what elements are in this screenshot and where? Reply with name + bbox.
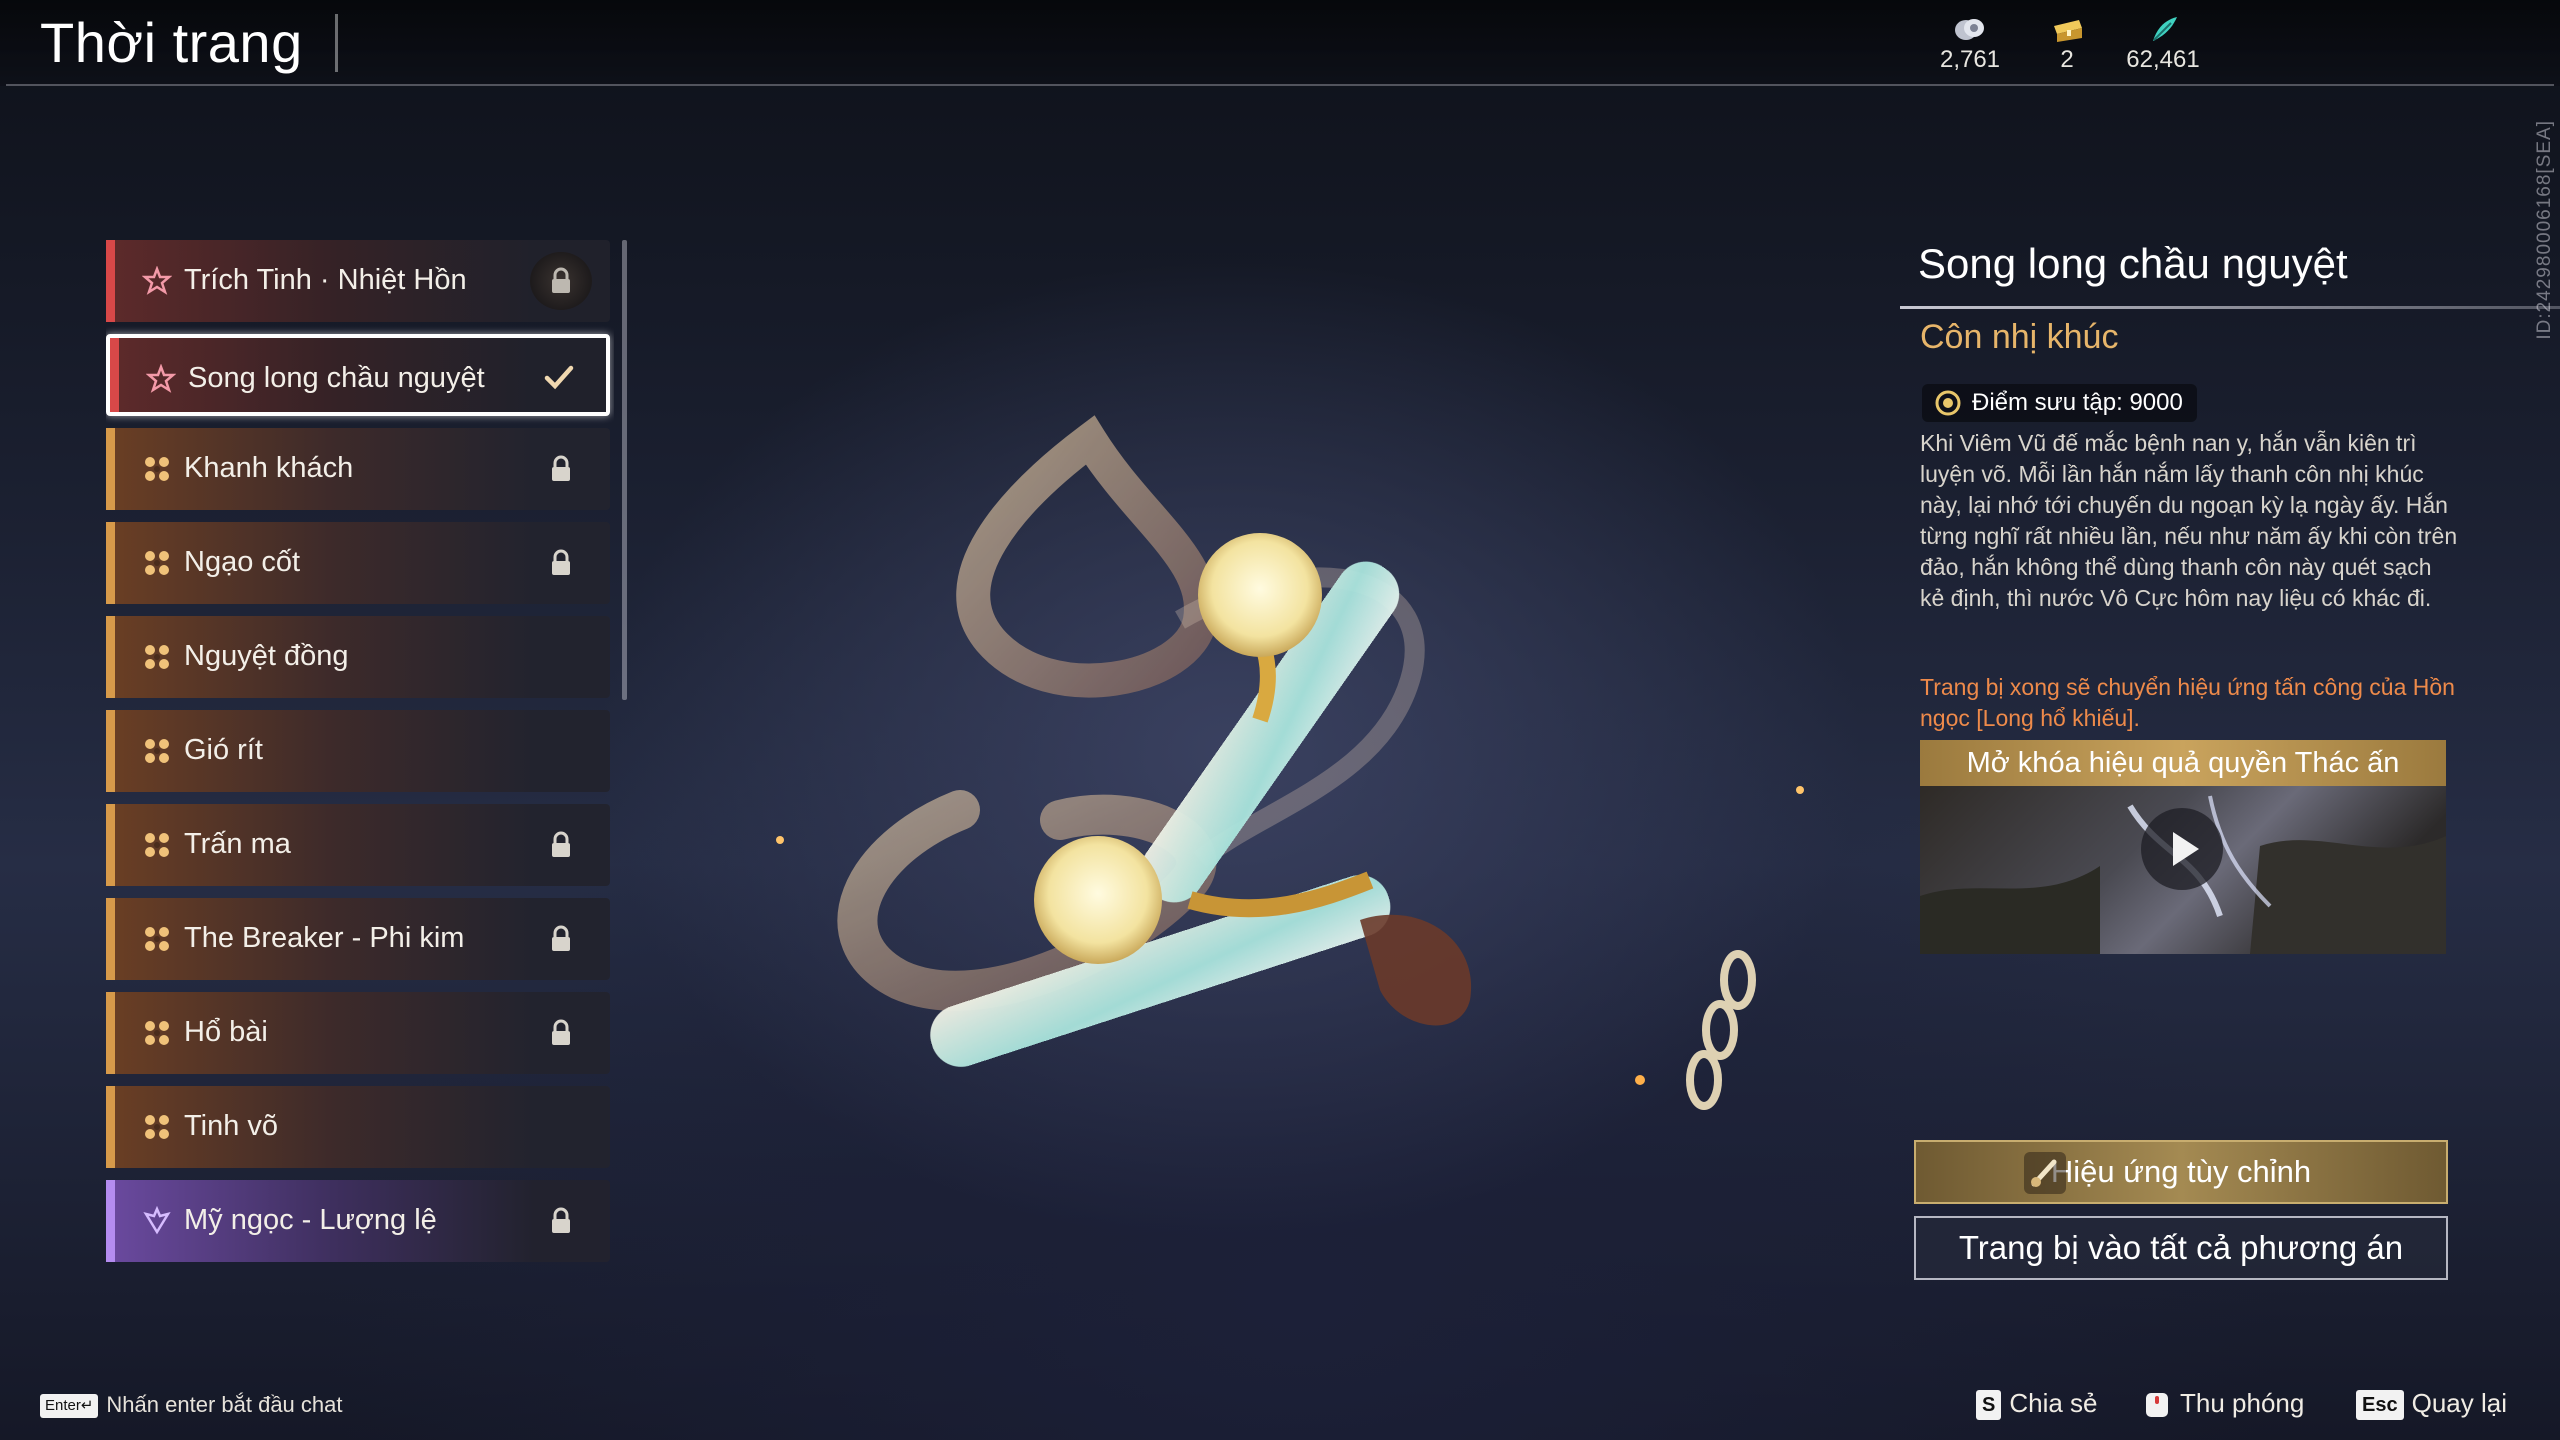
currency-feather-value: 62,461 [2126, 46, 2200, 73]
flower-rarity-icon [145, 833, 169, 857]
collection-icon [1935, 390, 1961, 416]
flower-rarity-icon [145, 1021, 169, 1045]
rarity-stripe [106, 1180, 115, 1262]
list-item[interactable]: Tinh võ [106, 1086, 610, 1168]
item-description: Khi Viêm Vũ đế mắc bệnh nan y, hắn vẫn k… [1920, 430, 2458, 611]
page-title: Thời trang [40, 11, 303, 74]
currency-chest: 2 [2012, 14, 2122, 74]
list-item[interactable]: Mỹ ngọc - Lượng lệ [106, 1180, 610, 1262]
outfit-list: Trích Tinh · Nhiệt Hồn Song long chầu ng… [106, 240, 614, 1280]
rarity-stripe [106, 898, 115, 980]
item-category: Côn nhị khúc [1920, 318, 2119, 356]
collection-points-text: Điểm sưu tập: 9000 [1972, 389, 2183, 416]
equip-all-presets-button[interactable]: Trang bị vào tất cả phương án [1914, 1216, 2448, 1280]
lock-icon [552, 549, 570, 575]
list-item-label: Trấn ma [184, 828, 291, 860]
custom-effect-label: Hiệu ứng tùy chỉnh [2050, 1154, 2312, 1189]
currency-chest-value: 2 [2060, 46, 2074, 73]
rarity-stripe [106, 428, 115, 510]
back-label: Quay lại [2411, 1388, 2507, 1418]
item-name: Song long chầu nguyệt [1918, 240, 2348, 287]
custom-effect-button[interactable]: Hiệu ứng tùy chỉnh [1914, 1140, 2448, 1204]
rarity-stripe [106, 710, 115, 792]
checkmark-icon [544, 365, 574, 390]
lock-icon [552, 925, 570, 951]
play-button[interactable] [2141, 808, 2223, 890]
item-name-underline [1900, 306, 2560, 309]
share-key-badge: S [1976, 1390, 2002, 1421]
list-item-label: Trích Tinh · Nhiệt Hồn [184, 264, 467, 296]
chat-hint[interactable]: Enter↵ Nhấn enter bắt đầu chat [40, 1392, 343, 1419]
list-item[interactable]: Gió rít [106, 710, 610, 792]
rarity-stripe [106, 1086, 115, 1168]
effect-note: Trang bị xong sẽ chuyển hiệu ứng tấn côn… [1920, 674, 2455, 731]
list-item-label: Hổ bài [184, 1016, 268, 1048]
list-item[interactable]: Khanh khách [106, 428, 610, 510]
currency-coins: 2,761 [1915, 14, 2025, 74]
chat-hint-label: Nhấn enter bắt đầu chat [106, 1392, 343, 1417]
coin-stack-icon [1955, 19, 1984, 40]
enter-key-badge: Enter↵ [40, 1394, 99, 1419]
flower-rarity-icon [143, 1206, 171, 1235]
list-item[interactable]: Song long chầu nguyệt [106, 334, 610, 416]
rarity-stripe [106, 522, 115, 604]
esc-key-badge: Esc [2356, 1390, 2404, 1421]
list-item[interactable]: Trấn ma [106, 804, 610, 886]
list-item-label: Nguyệt đồng [184, 640, 349, 672]
flower-rarity-icon [145, 551, 169, 575]
lock-icon [552, 1019, 570, 1045]
list-item[interactable]: Ngạo cốt [106, 522, 610, 604]
play-icon [2173, 832, 2199, 866]
list-item[interactable]: Hổ bài [106, 992, 610, 1074]
flower-rarity-icon [145, 645, 169, 669]
weapon-dragon-nunchaku-render [776, 415, 1804, 1110]
flower-rarity-icon [142, 266, 172, 295]
zoom-label: Thu phóng [2180, 1388, 2305, 1418]
effect-preview-video[interactable] [1920, 786, 2446, 954]
lock-icon [552, 831, 570, 857]
feather-icon [2153, 17, 2177, 41]
share-label: Chia sẻ [2009, 1388, 2098, 1418]
flower-rarity-icon [145, 739, 169, 763]
share-hint[interactable]: S Chia sẻ [1976, 1388, 2098, 1421]
list-item[interactable]: Trích Tinh · Nhiệt Hồn [106, 240, 610, 322]
lock-icon [552, 1207, 570, 1233]
currency-feather: 62,461 [2108, 14, 2218, 74]
rarity-stripe [106, 616, 115, 698]
list-item[interactable]: The Breaker - Phi kim [106, 898, 610, 980]
currency-coins-value: 2,761 [1939, 46, 2001, 73]
rarity-stripe [106, 240, 115, 322]
brush-icon [2024, 1152, 2066, 1194]
back-hint[interactable]: Esc Quay lại [2356, 1388, 2507, 1421]
collection-points-badge: Điểm sưu tập: 9000 [1922, 384, 2197, 422]
list-item-label: Ngạo cốt [184, 546, 301, 578]
list-item[interactable]: Nguyệt đồng [106, 616, 610, 698]
list-item-label: Gió rít [184, 734, 263, 766]
unlock-effect-banner: Mở khóa hiệu quả quyền Thác ấn [1920, 740, 2446, 786]
rarity-stripe [106, 804, 115, 886]
zoom-hint[interactable]: Thu phóng [2140, 1388, 2304, 1419]
flower-rarity-icon [146, 364, 176, 393]
flower-rarity-icon [145, 457, 169, 481]
list-item-label: Tinh võ [184, 1110, 279, 1142]
list-item-label: Song long chầu nguyệt [188, 362, 485, 394]
treasure-chest-icon [2054, 20, 2082, 42]
mouse-icon [2146, 1393, 2168, 1418]
rarity-stripe [110, 338, 119, 412]
list-item-label: Mỹ ngọc - Lượng lệ [184, 1204, 437, 1236]
lock-icon [552, 455, 570, 481]
list-item-label: Khanh khách [184, 452, 354, 484]
flower-rarity-icon [145, 927, 169, 951]
rarity-stripe [106, 992, 115, 1074]
title-separator [335, 14, 338, 72]
list-item-label: The Breaker - Phi kim [184, 922, 465, 954]
flower-rarity-icon [145, 1115, 169, 1139]
list-scrollbar[interactable] [622, 240, 627, 700]
top-divider [6, 84, 2554, 86]
lock-icon [552, 267, 570, 293]
